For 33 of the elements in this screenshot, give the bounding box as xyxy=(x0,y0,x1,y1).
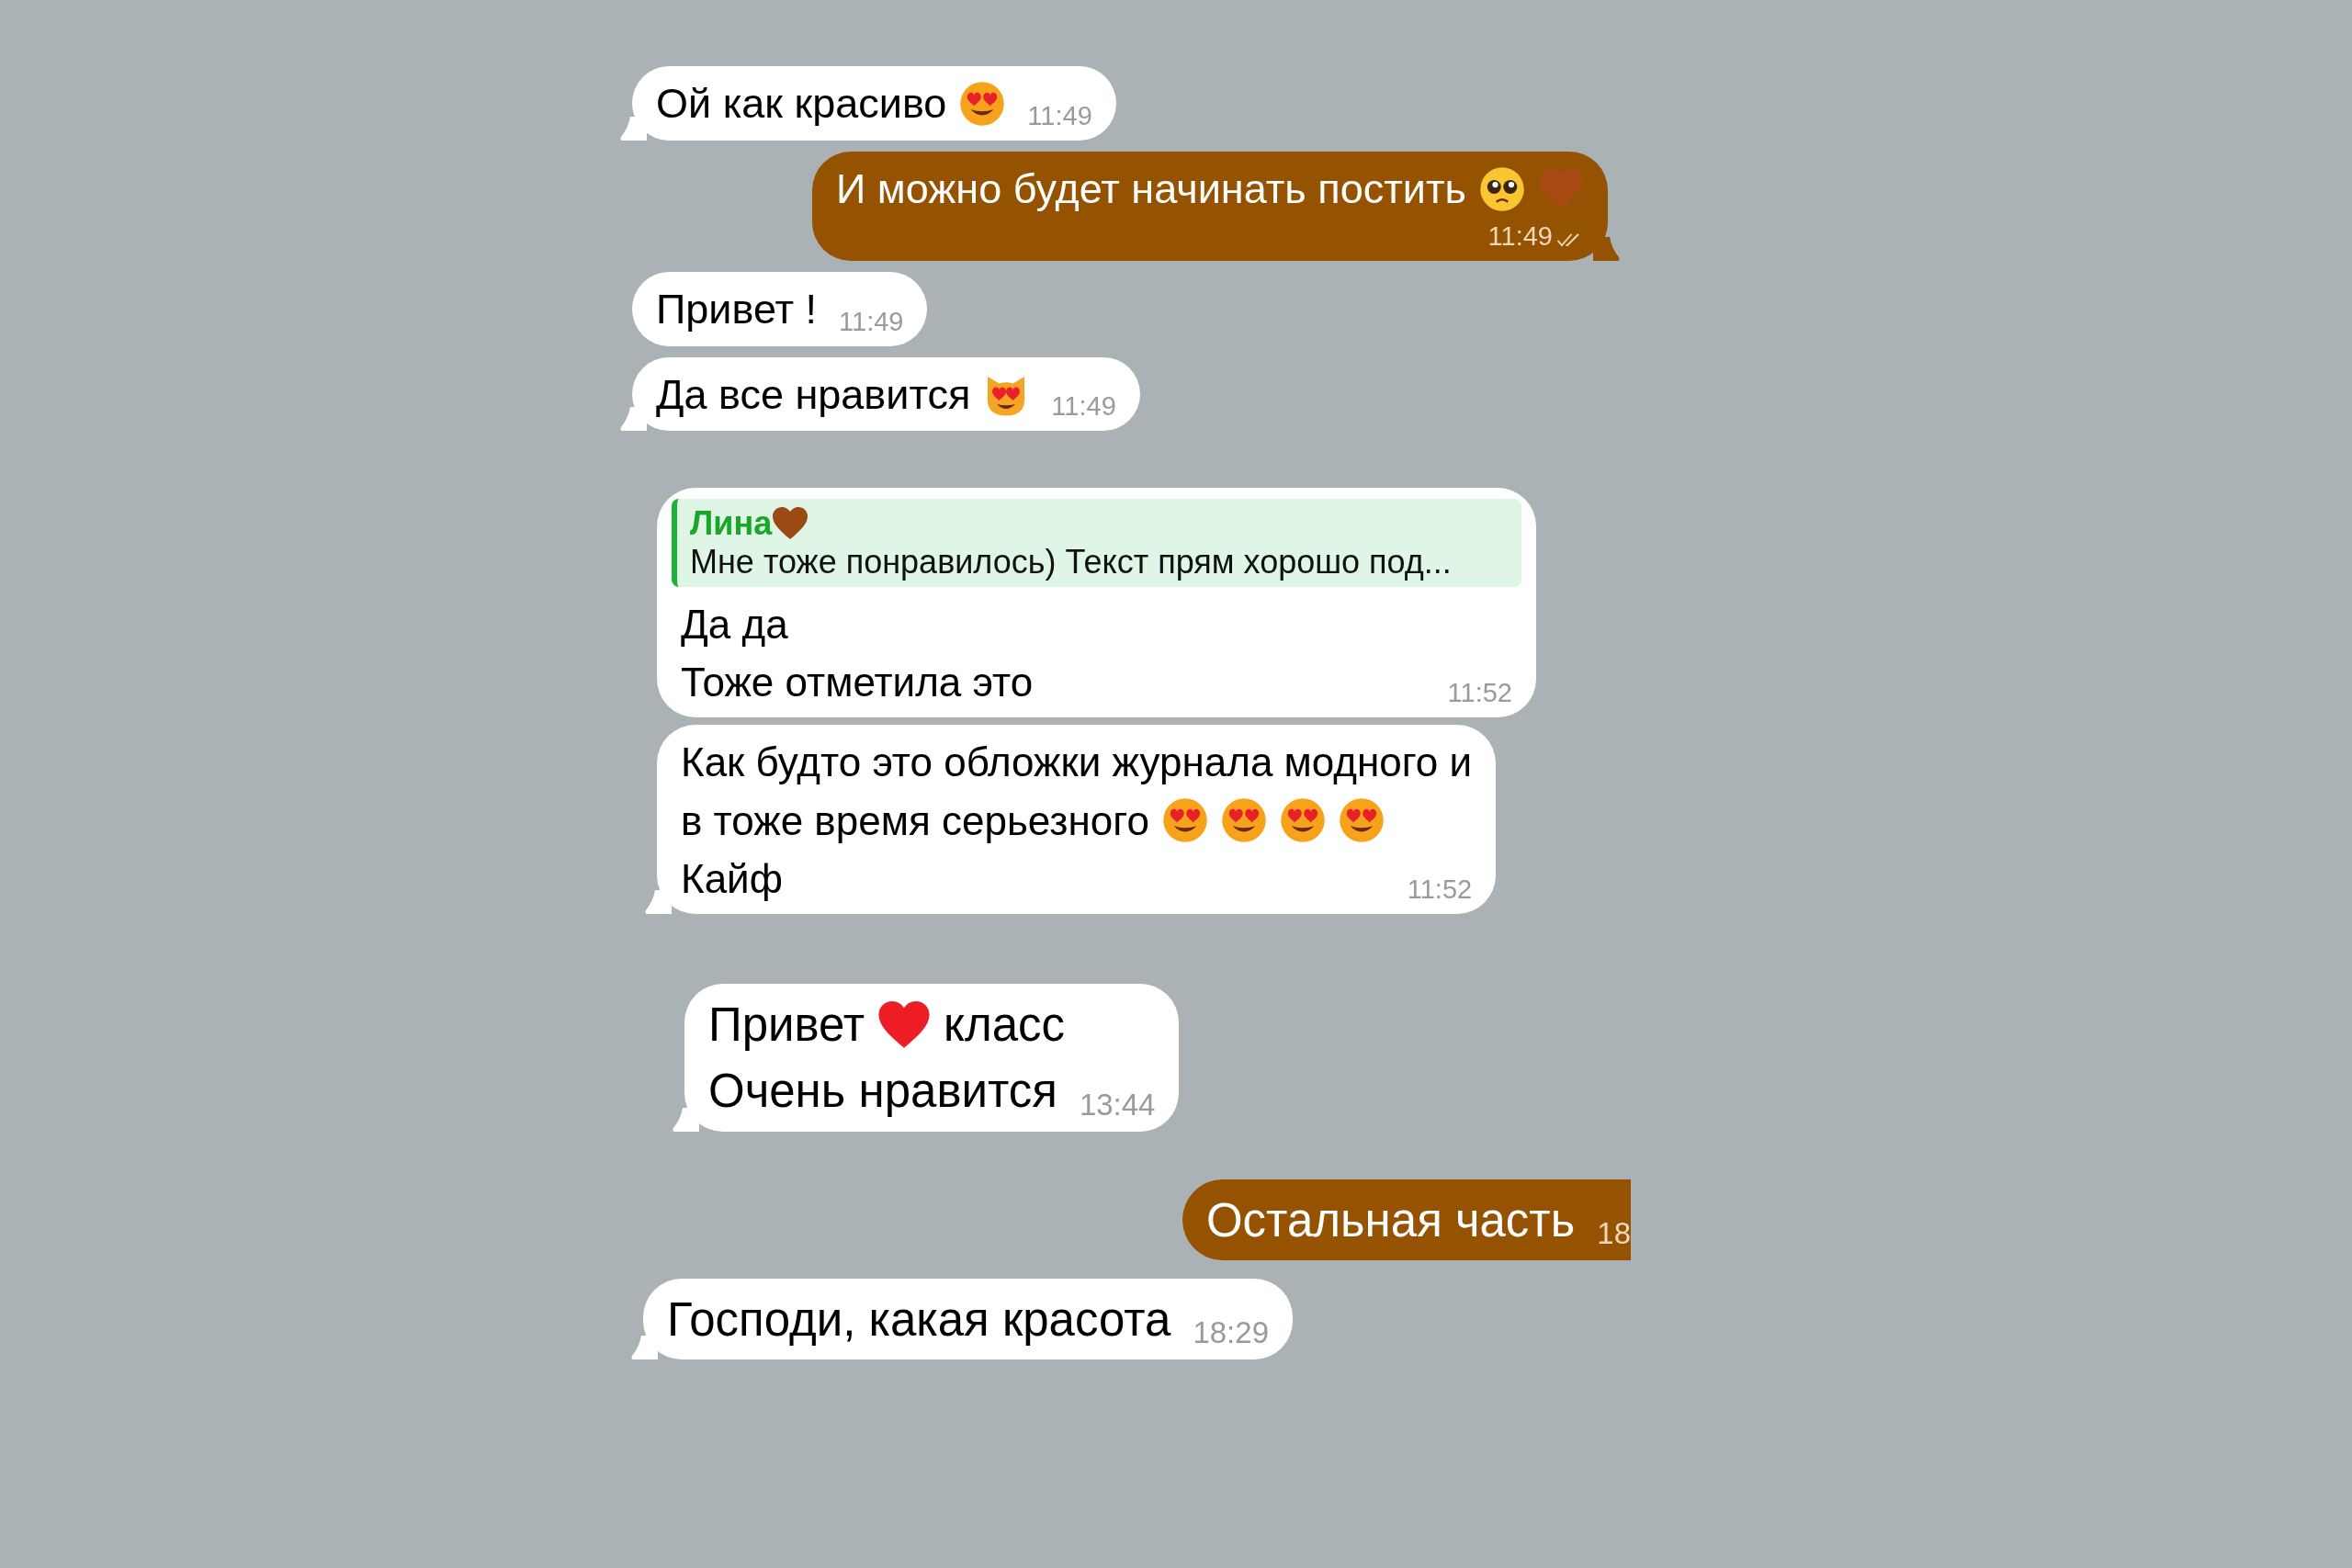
message-text: Остальная часть xyxy=(1205,1192,1576,1248)
message-text: класс xyxy=(944,997,1066,1053)
message-text: Привет ! xyxy=(656,285,818,334)
heart-eyes-emoji-icon xyxy=(1338,797,1385,844)
message-text: Господи, какая красота xyxy=(667,1292,1171,1348)
message-time: 11:49 xyxy=(1050,391,1116,422)
message-text: Да да xyxy=(681,601,788,649)
message-text: в тоже время серьезного xyxy=(681,796,1149,845)
heart-eyes-emoji-icon xyxy=(1279,797,1326,844)
heart-eyes-emoji-icon xyxy=(1220,797,1267,844)
message-text: Тоже отметила это xyxy=(681,659,1034,707)
reply-quote[interactable]: Лина Мне тоже понравилось) Текст прям хорошо под... xyxy=(672,499,1521,587)
heart-eyes-emoji-icon xyxy=(959,81,1006,128)
message-time: 11:52 xyxy=(1446,678,1512,709)
message-text: Ой как красиво xyxy=(656,79,947,129)
reply-text: Мне тоже понравилось) Текст прям хорошо под... xyxy=(690,543,1453,581)
pleading-face-emoji-icon xyxy=(1479,165,1525,212)
message-text: Да все нравится xyxy=(656,369,971,420)
message-time: 11:52 xyxy=(1406,874,1473,905)
message-time: 18 xyxy=(1596,1215,1631,1251)
message-text: Очень нравится xyxy=(708,1064,1057,1120)
heart-eyes-emoji-icon xyxy=(1161,797,1208,844)
message-time: 11:49 xyxy=(838,306,904,337)
message-text: Кайф xyxy=(681,854,783,903)
reply-author: Лина xyxy=(690,504,773,543)
message-time: 18:29 xyxy=(1192,1315,1269,1351)
message-time: 13:44 xyxy=(1078,1087,1156,1122)
message-text: Как будто это обложки журнала модного и xyxy=(681,739,1473,787)
message-text: И можно будет начинать постить xyxy=(835,164,1466,214)
heart-icon xyxy=(772,506,809,541)
message-time: 11:49 xyxy=(1026,100,1092,131)
message-time: 11:49 xyxy=(1487,221,1553,252)
message-text: Привет xyxy=(708,997,865,1053)
